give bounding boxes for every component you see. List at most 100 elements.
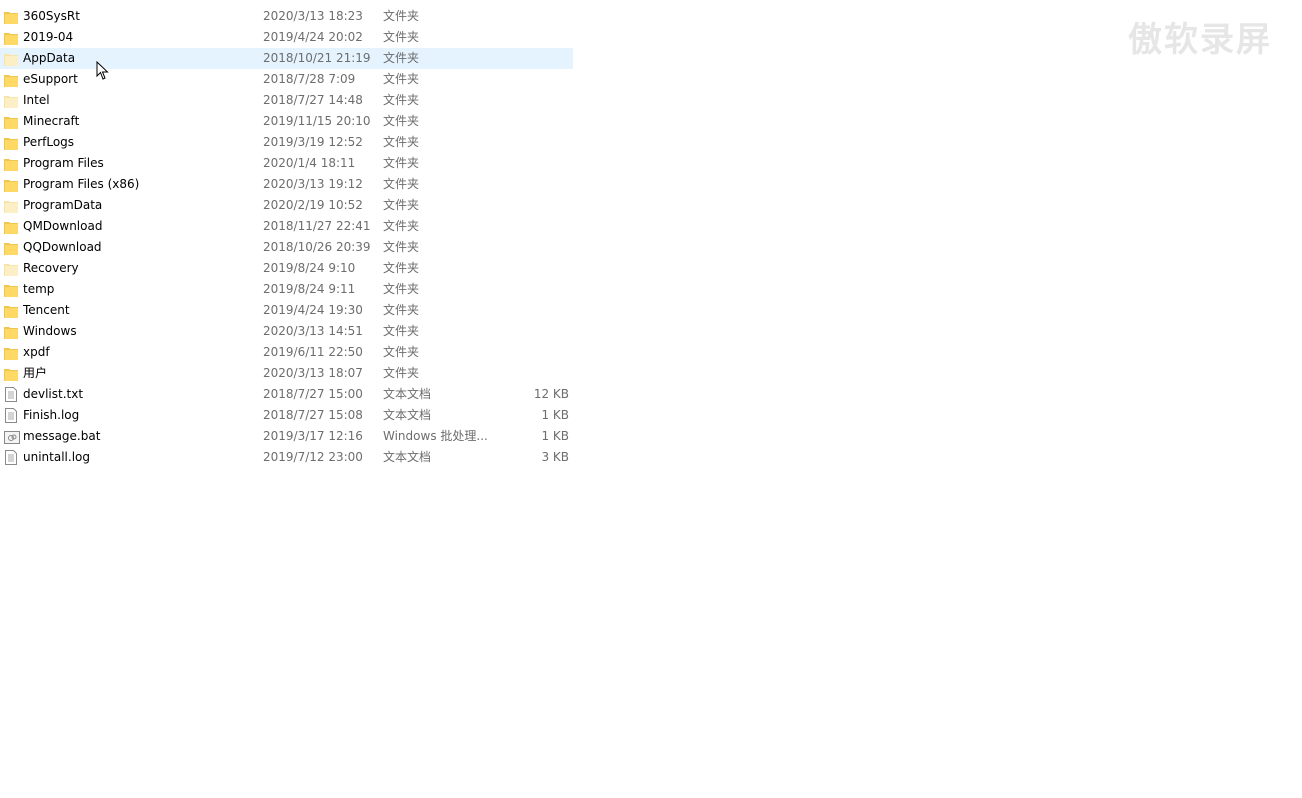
file-date: 2019/3/17 12:16: [263, 429, 363, 443]
folder-icon: [4, 178, 18, 192]
file-row[interactable]: xpdf 2019/6/11 22:50 文件夹: [0, 342, 573, 363]
file-row[interactable]: Recovery 2019/8/24 9:10 文件夹: [0, 258, 573, 279]
file-type: 文件夹: [383, 9, 420, 23]
file-type: 文件夹: [383, 30, 420, 44]
file-row[interactable]: eSupport 2018/7/28 7:09 文件夹: [0, 69, 573, 90]
folder-icon: [4, 220, 18, 234]
file-row[interactable]: 用户 2020/3/13 18:07 文件夹: [0, 363, 573, 384]
file-row[interactable]: AppData 2018/10/21 21:19 文件夹: [0, 48, 573, 69]
file-row[interactable]: temp 2019/8/24 9:11 文件夹: [0, 279, 573, 300]
file-type: 文件夹: [383, 240, 420, 254]
file-row[interactable]: Finish.log 2018/7/27 15:08 文本文档 1 KB: [0, 405, 573, 426]
file-date: 2019/11/15 20:10: [263, 114, 371, 128]
file-name: xpdf: [23, 345, 50, 359]
folder-icon: [4, 346, 18, 360]
folder-icon: [4, 10, 18, 24]
file-type: 文件夹: [383, 72, 420, 86]
file-row[interactable]: Windows 2020/3/13 14:51 文件夹: [0, 321, 573, 342]
file-row[interactable]: Minecraft 2019/11/15 20:10 文件夹: [0, 111, 573, 132]
file-name: 2019-04: [23, 30, 74, 44]
file-type: 文件夹: [383, 177, 420, 191]
file-name: QQDownload: [23, 240, 102, 254]
file-name: ProgramData: [23, 198, 103, 212]
file-type: 文本文档: [383, 450, 432, 464]
file-row[interactable]: PerfLogs 2019/3/19 12:52 文件夹: [0, 132, 573, 153]
file-date: 2020/3/13 14:51: [263, 324, 363, 338]
file-name: Program Files: [23, 156, 104, 170]
file-type: 文件夹: [383, 282, 420, 296]
file-name: Tencent: [23, 303, 70, 317]
file-size: 1 KB: [541, 429, 569, 443]
file-type: 文件夹: [383, 324, 420, 338]
file-date: 2019/7/12 23:00: [263, 450, 363, 464]
file-row[interactable]: unintall.log 2019/7/12 23:00 文本文档 3 KB: [0, 447, 573, 468]
file-date: 2019/6/11 22:50: [263, 345, 363, 359]
file-row[interactable]: Program Files (x86) 2020/3/13 19:12 文件夹: [0, 174, 573, 195]
file-date: 2020/2/19 10:52: [263, 198, 363, 212]
text-file-icon: [4, 408, 18, 423]
file-name: 用户: [23, 366, 48, 380]
file-name: AppData: [23, 51, 76, 65]
file-name: QMDownload: [23, 219, 103, 233]
file-type: 文件夹: [383, 93, 420, 107]
folder-hidden-icon: [4, 94, 18, 108]
watermark: 傲软录屏: [1128, 20, 1272, 60]
folder-icon: [4, 304, 18, 318]
folder-icon: [4, 115, 18, 129]
file-row[interactable]: devlist.txt 2018/7/27 15:00 文本文档 12 KB: [0, 384, 573, 405]
file-row[interactable]: message.bat 2019/3/17 12:16 Windows 批处理.…: [0, 426, 573, 447]
file-date: 2018/7/28 7:09: [263, 72, 356, 86]
text-file-icon: [4, 387, 18, 402]
file-date: 2018/11/27 22:41: [263, 219, 371, 233]
file-type: Windows 批处理...: [383, 429, 488, 443]
text-file-icon: [4, 450, 18, 465]
file-type: 文本文档: [383, 387, 432, 401]
folder-icon: [4, 283, 18, 297]
file-date: 2019/4/24 19:30: [263, 303, 363, 317]
file-date: 2020/3/13 19:12: [263, 177, 363, 191]
file-row[interactable]: Intel 2018/7/27 14:48 文件夹: [0, 90, 573, 111]
file-date: 2019/3/19 12:52: [263, 135, 363, 149]
file-size: 1 KB: [541, 408, 569, 422]
file-size: 12 KB: [533, 387, 569, 401]
file-row[interactable]: QQDownload 2018/10/26 20:39 文件夹: [0, 237, 573, 258]
file-type: 文件夹: [383, 261, 420, 275]
file-name: eSupport: [23, 72, 78, 86]
file-type: 文件夹: [383, 366, 420, 380]
file-name: temp: [23, 282, 55, 296]
file-type: 文件夹: [383, 156, 420, 170]
folder-hidden-icon: [4, 262, 18, 276]
file-name: Minecraft: [23, 114, 80, 128]
file-date: 2019/4/24 20:02: [263, 30, 363, 44]
file-row[interactable]: 360SysRt 2020/3/13 18:23 文件夹: [0, 6, 573, 27]
file-row[interactable]: 2019-04 2019/4/24 20:02 文件夹: [0, 27, 573, 48]
batch-file-icon: [4, 430, 20, 444]
file-date: 2018/7/27 15:00: [263, 387, 363, 401]
file-row[interactable]: QMDownload 2018/11/27 22:41 文件夹: [0, 216, 573, 237]
file-name: unintall.log: [23, 450, 90, 464]
file-date: 2018/10/26 20:39: [263, 240, 371, 254]
file-date: 2019/8/24 9:11: [263, 282, 356, 296]
file-name: message.bat: [23, 429, 101, 443]
file-type: 文件夹: [383, 303, 420, 317]
file-size: 3 KB: [541, 450, 569, 464]
file-date: 2019/8/24 9:10: [263, 261, 356, 275]
file-row[interactable]: ProgramData 2020/2/19 10:52 文件夹: [0, 195, 573, 216]
file-type: 文件夹: [383, 198, 420, 212]
file-date: 2020/3/13 18:07: [263, 366, 363, 380]
folder-icon: [4, 136, 18, 150]
file-list: 360SysRt 2020/3/13 18:23 文件夹 2019-04 201…: [0, 6, 573, 468]
file-name: Windows: [23, 324, 77, 338]
file-row[interactable]: Program Files 2020/1/4 18:11 文件夹: [0, 153, 573, 174]
file-row[interactable]: Tencent 2019/4/24 19:30 文件夹: [0, 300, 573, 321]
folder-icon: [4, 73, 18, 87]
folder-icon: [4, 31, 18, 45]
file-type: 文件夹: [383, 345, 420, 359]
file-type: 文本文档: [383, 408, 432, 422]
file-type: 文件夹: [383, 219, 420, 233]
file-name: devlist.txt: [23, 387, 84, 401]
file-name: Recovery: [23, 261, 79, 275]
file-date: 2018/7/27 14:48: [263, 93, 363, 107]
mouse-cursor-icon: [96, 61, 109, 80]
file-type: 文件夹: [383, 135, 420, 149]
